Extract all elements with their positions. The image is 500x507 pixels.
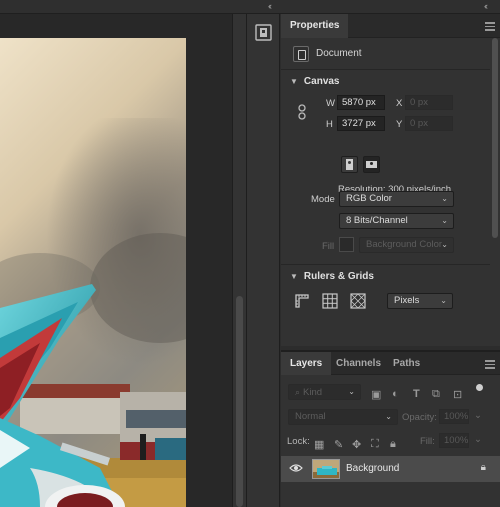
smart-object-filter-icon[interactable]: ⊡ xyxy=(453,388,462,401)
search-icon: ⌕ xyxy=(295,387,301,397)
width-label: W xyxy=(326,98,335,109)
section-divider xyxy=(281,264,490,265)
height-label: H xyxy=(326,119,333,130)
rulers-grids-title: Rulers & Grids xyxy=(303,271,374,282)
x-field[interactable]: 0 px xyxy=(405,95,453,110)
width-field[interactable]: 5870 px xyxy=(337,95,385,110)
layers-panel: Layers Channels Paths ⌕ Kind ⌄ ▣ ◐ T ⧉ ⊡ N… xyxy=(281,350,500,507)
panel-icon-strip xyxy=(246,14,280,507)
mode-select-value: RGB Color xyxy=(346,193,392,204)
lock-position-icon[interactable]: ✥ xyxy=(352,438,361,451)
lock-image-pixels-icon[interactable]: ✎ xyxy=(334,438,343,451)
collapse-left-icon[interactable]: ‹‹ xyxy=(268,1,272,11)
document-canvas[interactable] xyxy=(0,14,232,507)
fill-label: Fill: xyxy=(420,436,435,447)
landscape-orientation-button[interactable] xyxy=(363,156,380,173)
layer-row[interactable]: Background 🔒︎ xyxy=(281,456,500,482)
lock-all-icon[interactable]: 🔒︎ xyxy=(390,438,396,451)
chevron-down-icon: ▼ xyxy=(290,77,298,86)
ruler-units-value: Pixels xyxy=(394,295,420,306)
rulers-icon[interactable] xyxy=(293,292,311,310)
guides-icon[interactable] xyxy=(349,292,367,310)
document-icon xyxy=(293,46,309,62)
chevron-down-icon: ⌄ xyxy=(348,387,355,396)
tab-layers[interactable]: Layers xyxy=(281,352,332,375)
opacity-field[interactable]: 100% xyxy=(439,409,469,424)
rulers-grids-section-header[interactable]: ▼ Rulers & Grids xyxy=(290,271,374,282)
canvas-image xyxy=(0,38,186,507)
chevron-down-icon: ⌄ xyxy=(441,240,448,249)
fill-select-value: Background Color xyxy=(366,239,443,250)
canvas-vertical-scrollbar[interactable] xyxy=(232,14,246,507)
pixel-filter-icon[interactable]: ▣ xyxy=(371,388,381,401)
portrait-icon xyxy=(346,159,353,170)
fill-opacity-field[interactable]: 100% xyxy=(439,433,469,448)
properties-tab-bar: Properties xyxy=(281,14,500,38)
lock-artboard-icon[interactable]: ⛶ xyxy=(371,438,379,451)
grid-icon[interactable] xyxy=(321,292,339,310)
collapse-right-icon[interactable]: ‹‹ xyxy=(484,1,488,11)
layer-filter-value: Kind xyxy=(303,387,323,398)
canvas-section-header[interactable]: ▼ Canvas xyxy=(290,76,340,87)
landscape-icon xyxy=(366,161,377,168)
bit-depth-value: 8 Bits/Channel xyxy=(346,215,408,226)
y-label: Y xyxy=(396,119,403,130)
layer-lock-icon[interactable]: 🔒︎ xyxy=(481,462,486,473)
tab-channels[interactable]: Channels xyxy=(327,352,390,375)
height-field[interactable]: 3727 px xyxy=(337,116,385,131)
chevron-down-icon: ⌄ xyxy=(385,412,392,421)
properties-scrollbar[interactable] xyxy=(492,38,498,238)
mode-label: Mode xyxy=(311,194,335,205)
chevron-down-icon: ⌄ xyxy=(440,296,447,305)
layer-filter-select[interactable]: ⌕ Kind ⌄ xyxy=(288,384,361,400)
blend-mode-select[interactable]: Normal ⌄ xyxy=(288,409,398,425)
tab-properties[interactable]: Properties xyxy=(281,14,349,38)
scrollbar-thumb[interactable] xyxy=(236,296,243,507)
panel-menu-icon[interactable] xyxy=(485,22,495,31)
tab-paths[interactable]: Paths xyxy=(384,352,429,375)
lock-transparent-pixels-icon[interactable]: ▦ xyxy=(314,438,324,451)
document-label: Document xyxy=(316,48,362,59)
portrait-orientation-button[interactable] xyxy=(341,156,358,173)
layer-name: Background xyxy=(346,463,400,474)
chevron-down-icon: ▼ xyxy=(290,272,298,281)
panel-collapse-bar: ‹‹ ‹‹ xyxy=(0,0,500,14)
blend-mode-value: Normal xyxy=(295,411,326,422)
mode-select[interactable]: RGB Color ⌄ xyxy=(339,191,454,207)
chevron-down-icon: ⌄ xyxy=(441,194,448,203)
properties-panel: Properties Document ▼ Canvas W 5870 px X … xyxy=(281,14,500,346)
opacity-label: Opacity: xyxy=(402,412,437,423)
chevron-down-icon: ⌄ xyxy=(441,216,448,225)
bit-depth-select[interactable]: 8 Bits/Channel ⌄ xyxy=(339,213,454,229)
chevron-down-icon[interactable]: ⌄ xyxy=(474,410,482,421)
document-row: Document xyxy=(281,38,490,70)
canvas-section-title: Canvas xyxy=(303,76,340,87)
properties-panel-icon[interactable] xyxy=(255,24,272,41)
filter-toggle-icon[interactable] xyxy=(476,384,483,391)
x-label: X xyxy=(396,98,403,109)
layers-tab-bar: Layers Channels Paths xyxy=(281,352,500,375)
fill-select[interactable]: Background Color ⌄ xyxy=(359,237,454,253)
chevron-down-icon[interactable]: ⌄ xyxy=(474,434,482,445)
ruler-units-select[interactable]: Pixels ⌄ xyxy=(387,293,453,309)
type-filter-icon[interactable]: T xyxy=(413,388,420,400)
y-field[interactable]: 0 px xyxy=(405,116,453,131)
visibility-eye-icon[interactable] xyxy=(289,463,303,473)
lock-label: Lock: xyxy=(287,436,310,447)
link-dimensions-icon[interactable] xyxy=(297,104,307,120)
adjustment-filter-icon[interactable]: ◐ xyxy=(392,388,399,400)
fill-label: Fill xyxy=(322,241,335,252)
shape-filter-icon[interactable]: ⧉ xyxy=(432,388,440,401)
layer-thumbnail xyxy=(312,459,340,479)
fill-color-swatch[interactable] xyxy=(339,237,354,252)
panel-menu-icon[interactable] xyxy=(485,360,495,369)
